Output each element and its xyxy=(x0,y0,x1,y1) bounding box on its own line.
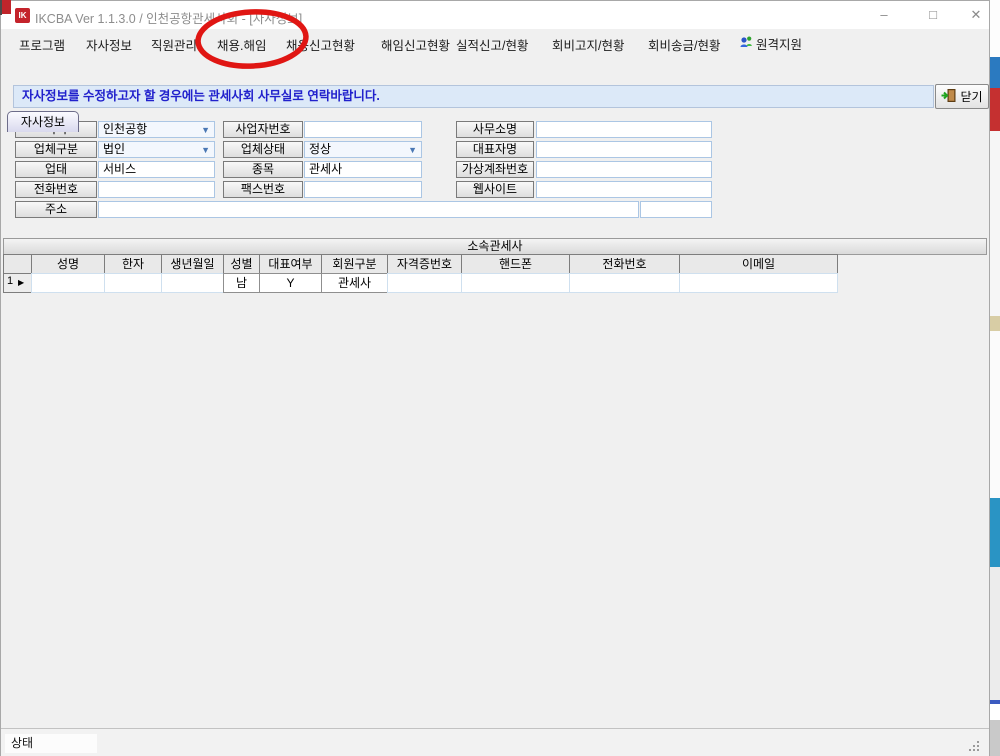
status-bar: 상태 xyxy=(1,729,989,756)
address-input[interactable] xyxy=(98,201,639,218)
exit-door-icon xyxy=(941,89,956,105)
menu-program[interactable]: 프로그램 xyxy=(19,35,65,52)
column-header-gender: 성별 xyxy=(223,254,260,274)
cell-phone[interactable] xyxy=(569,273,680,293)
column-header-rownum xyxy=(3,254,32,274)
region-value: 인천공항 xyxy=(103,122,147,136)
dropdown-arrow-icon: ▼ xyxy=(201,123,210,138)
dropdown-arrow-icon: ▼ xyxy=(408,143,417,158)
cell-hanja[interactable] xyxy=(104,273,162,293)
tab-company-info[interactable]: 자사정보 xyxy=(7,111,79,132)
column-header-birthdate: 생년월일 xyxy=(161,254,224,274)
column-header-representative: 대표여부 xyxy=(259,254,322,274)
company-status-value: 정상 xyxy=(309,142,331,156)
cell-name[interactable] xyxy=(31,273,105,293)
row-number: 1 xyxy=(7,275,13,287)
field-label-business-item: 종목 xyxy=(223,161,303,178)
fax-input[interactable] xyxy=(304,181,422,198)
field-label-business-condition: 업태 xyxy=(15,161,97,178)
minimize-button[interactable]: – xyxy=(867,3,901,27)
app-logo-icon: IK xyxy=(15,8,30,23)
app-window: IK IKCBA Ver 1.1.3.0 / 인천공항관세사회 - [자사정보]… xyxy=(0,0,990,756)
cell-email[interactable] xyxy=(679,273,838,293)
menu-dismiss-report[interactable]: 해임신고현황 xyxy=(381,35,450,52)
remote-support-icon xyxy=(739,35,753,52)
field-label-company-type: 업체구분 xyxy=(15,141,97,158)
field-label-phone: 전화번호 xyxy=(15,181,97,198)
column-header-license-no: 자격증번호 xyxy=(387,254,462,274)
menu-company-info[interactable]: 자사정보 xyxy=(86,35,132,52)
cell-license-no[interactable] xyxy=(387,273,462,293)
row-selector[interactable]: 1 ▶ xyxy=(3,273,32,293)
content-panel: 자사정보를 수정하고자 할 경우에는 관세사회 사무실로 연락바랍니다. 닫기 … xyxy=(1,81,989,729)
region-dropdown[interactable]: 인천공항 ▼ xyxy=(98,121,215,138)
menu-hire-report[interactable]: 채용신고현황 xyxy=(286,35,355,52)
menu-fee-notice[interactable]: 회비고지/현황 xyxy=(552,35,624,52)
notice-message: 자사정보를 수정하고자 할 경우에는 관세사회 사무실로 연락바랍니다. xyxy=(13,85,934,108)
resize-grip[interactable] xyxy=(966,738,979,751)
row-pointer-icon: ▶ xyxy=(18,278,24,287)
column-header-name: 성명 xyxy=(31,254,105,274)
menu-fee-transfer[interactable]: 회비송금/현황 xyxy=(648,35,720,52)
field-label-website: 웹사이트 xyxy=(456,181,534,198)
column-header-mobile: 핸드폰 xyxy=(461,254,570,274)
menu-staff-mgmt[interactable]: 직원관리 xyxy=(151,35,197,52)
menu-performance[interactable]: 실적신고/현황 xyxy=(456,35,528,52)
tab-strip: 자사정보 xyxy=(1,55,989,81)
column-header-email: 이메일 xyxy=(679,254,838,274)
close-button[interactable]: ✕ xyxy=(959,3,993,27)
company-status-dropdown[interactable]: 정상 ▼ xyxy=(304,141,422,158)
website-input[interactable] xyxy=(536,181,712,198)
phone-input[interactable] xyxy=(98,181,215,198)
menu-bar: 프로그램 자사정보 직원관리 채용.해임 채용신고현황 해임신고현황 실적신고/… xyxy=(1,29,989,55)
office-name-input[interactable] xyxy=(536,121,712,138)
close-tab-button[interactable]: 닫기 xyxy=(935,84,989,109)
background-window-edge xyxy=(0,0,2,15)
company-type-dropdown[interactable]: 법인 ▼ xyxy=(98,141,215,158)
menu-remote-support[interactable]: 원격지원 xyxy=(739,35,802,52)
cell-mobile[interactable] xyxy=(461,273,570,293)
maximize-button[interactable]: □ xyxy=(916,3,950,27)
business-number-input[interactable] xyxy=(304,121,422,138)
column-header-phone: 전화번호 xyxy=(569,254,680,274)
virtual-account-input[interactable] xyxy=(536,161,712,178)
dropdown-arrow-icon: ▼ xyxy=(201,143,210,158)
business-condition-input[interactable]: 서비스 xyxy=(98,161,215,178)
business-item-input[interactable]: 관세사 xyxy=(304,161,422,178)
field-label-fax: 팩스번호 xyxy=(223,181,303,198)
table-title: 소속관세사 xyxy=(3,238,987,255)
ceo-name-input[interactable] xyxy=(536,141,712,158)
window-title: IKCBA Ver 1.1.3.0 / 인천공항관세사회 - [자사정보] xyxy=(35,8,302,27)
field-label-office-name: 사무소명 xyxy=(456,121,534,138)
field-label-address: 주소 xyxy=(15,201,97,218)
status-label: 상태 xyxy=(5,734,97,753)
field-label-company-status: 업체상태 xyxy=(223,141,303,158)
menu-remote-support-label: 원격지원 xyxy=(756,34,802,53)
column-header-hanja: 한자 xyxy=(104,254,162,274)
cell-birthdate[interactable] xyxy=(161,273,224,293)
menu-hire-dismiss[interactable]: 채용.해임 xyxy=(217,35,266,52)
cell-representative[interactable]: Y xyxy=(259,273,322,293)
address-extra-input[interactable] xyxy=(640,201,712,218)
cell-gender[interactable]: 남 xyxy=(223,273,260,293)
title-bar: IK IKCBA Ver 1.1.3.0 / 인천공항관세사회 - [자사정보]… xyxy=(1,1,989,29)
close-tab-label: 닫기 xyxy=(960,88,982,105)
cell-member-type[interactable]: 관세사 xyxy=(321,273,388,293)
field-label-ceo-name: 대표자명 xyxy=(456,141,534,158)
screen: IK IKCBA Ver 1.1.3.0 / 인천공항관세사회 - [자사정보]… xyxy=(0,0,1000,756)
company-type-value: 법인 xyxy=(103,142,125,156)
field-label-business-number: 사업자번호 xyxy=(223,121,303,138)
column-header-member-type: 회원구분 xyxy=(321,254,388,274)
field-label-virtual-account: 가상계좌번호 xyxy=(456,161,534,178)
